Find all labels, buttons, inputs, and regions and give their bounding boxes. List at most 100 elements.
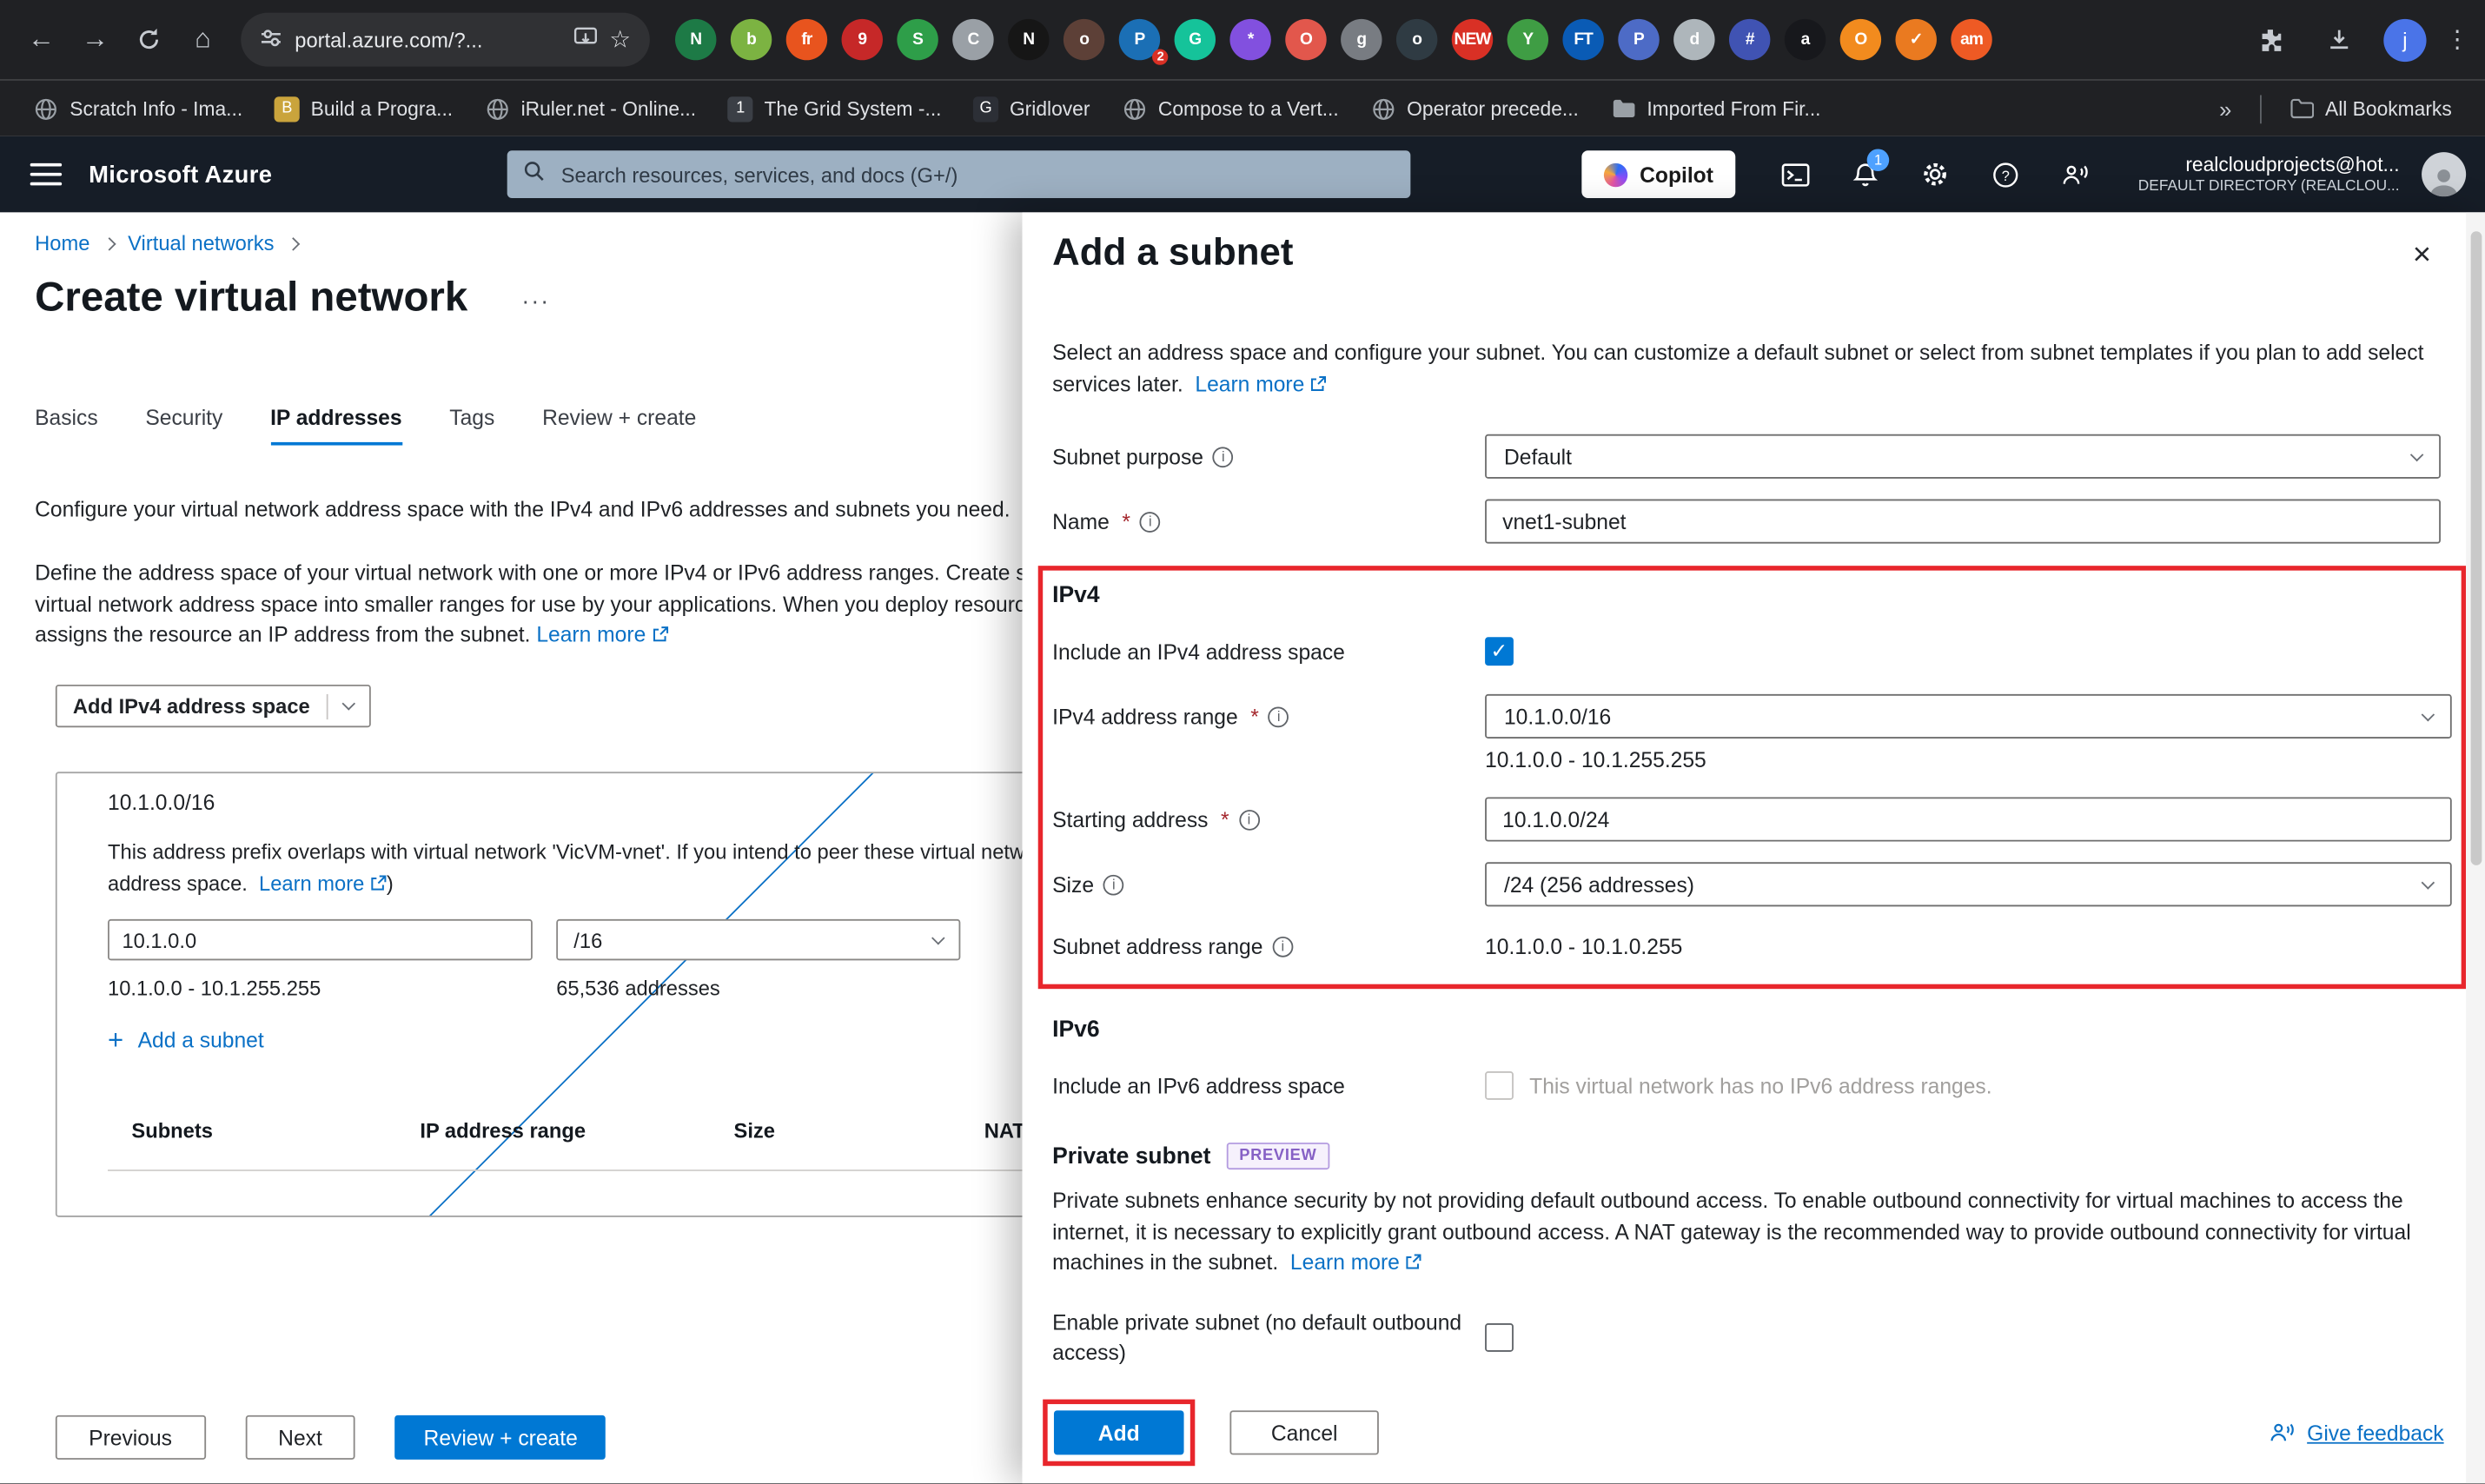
- info-icon[interactable]: i: [1268, 706, 1289, 727]
- hamburger-menu-icon[interactable]: [19, 148, 73, 202]
- extension-icon[interactable]: fr: [785, 18, 828, 61]
- bookmark-item[interactable]: Scratch Info - Ima...: [19, 89, 257, 128]
- add-button[interactable]: Add: [1053, 1410, 1184, 1455]
- previous-button[interactable]: Previous: [55, 1414, 206, 1460]
- address-count-text: 65,536 addresses: [556, 976, 720, 1000]
- extension-icon[interactable]: am: [1951, 18, 1992, 61]
- extension-icon[interactable]: NEW: [1451, 18, 1494, 61]
- info-icon[interactable]: i: [1139, 511, 1161, 532]
- add-subnet-link[interactable]: + Add a subnet: [108, 1027, 264, 1054]
- forward-icon[interactable]: →: [70, 14, 120, 64]
- ipv4-range-select[interactable]: 10.1.0.0/16: [1485, 693, 2452, 739]
- extension-icon[interactable]: d: [1673, 18, 1715, 61]
- home-icon[interactable]: ⌂: [177, 14, 228, 64]
- reload-icon[interactable]: [123, 14, 174, 64]
- cancel-button[interactable]: Cancel: [1229, 1410, 1379, 1455]
- extension-icon[interactable]: N: [1008, 18, 1050, 61]
- notifications-bell-icon[interactable]: 1: [1834, 148, 1898, 202]
- extension-icon[interactable]: G: [1174, 18, 1216, 61]
- extensions-puzzle-icon[interactable]: [2244, 14, 2295, 64]
- subnet-purpose-select[interactable]: Default: [1485, 434, 2441, 479]
- tab-ip-addresses[interactable]: IP addresses: [270, 406, 402, 446]
- chevron-down-icon[interactable]: [341, 697, 355, 711]
- account-info[interactable]: realcloudprojects@hot... DEFAULT DIRECTO…: [2138, 152, 2400, 197]
- tab-tags[interactable]: Tags: [449, 406, 494, 446]
- mask-select[interactable]: /16: [556, 918, 961, 961]
- tab-review-create[interactable]: Review + create: [542, 406, 696, 446]
- extension-icon[interactable]: o: [1395, 18, 1438, 61]
- enable-private-subnet-checkbox[interactable]: [1485, 1322, 1514, 1351]
- info-icon[interactable]: i: [1238, 809, 1260, 830]
- extension-icon[interactable]: S: [897, 18, 938, 61]
- extension-icon[interactable]: N: [675, 18, 717, 61]
- extension-icon[interactable]: O: [1839, 18, 1882, 61]
- extension-icon[interactable]: 9: [841, 18, 883, 61]
- tab-basics[interactable]: Basics: [35, 406, 98, 446]
- extension-icon[interactable]: *: [1229, 18, 1271, 61]
- size-select[interactable]: /24 (256 addresses): [1485, 862, 2452, 907]
- extension-icon[interactable]: ✓: [1895, 18, 1937, 61]
- extension-icon[interactable]: P: [1618, 18, 1660, 61]
- address-bar[interactable]: portal.azure.com/?... ☆: [241, 12, 650, 67]
- extension-icon[interactable]: FT: [1562, 18, 1604, 61]
- bookmarks-overflow-chevron[interactable]: »: [2203, 96, 2248, 121]
- bookmark-item[interactable]: B Build a Progra...: [260, 89, 467, 128]
- info-icon[interactable]: i: [1212, 446, 1234, 467]
- extension-icon[interactable]: o: [1063, 18, 1105, 61]
- azure-logo-title[interactable]: Microsoft Azure: [89, 161, 272, 188]
- breadcrumb-virtual-networks-link[interactable]: Virtual networks: [128, 231, 274, 255]
- feedback-icon[interactable]: [2043, 148, 2106, 202]
- browser-profile-avatar[interactable]: j: [2383, 17, 2427, 62]
- extension-icon[interactable]: O: [1285, 18, 1327, 61]
- learn-more-link[interactable]: Learn more: [1290, 1250, 1421, 1274]
- tab-security[interactable]: Security: [145, 406, 222, 446]
- title-menu-ellipsis[interactable]: ···: [521, 288, 550, 321]
- subnet-name-input[interactable]: [1485, 499, 2441, 544]
- learn-more-link[interactable]: Learn more: [259, 871, 387, 895]
- extension-icon[interactable]: #: [1728, 18, 1771, 61]
- bookmark-item[interactable]: 1 The Grid System -...: [713, 89, 956, 128]
- panel-scrollbar[interactable]: [2466, 212, 2485, 1484]
- bookmark-item[interactable]: Imported From Fir...: [1596, 89, 1835, 128]
- bookmark-item[interactable]: G Gridlover: [959, 89, 1104, 128]
- gear-icon[interactable]: [1904, 148, 1967, 202]
- site-info-icon[interactable]: [260, 26, 282, 53]
- copilot-button[interactable]: Copilot: [1580, 150, 1736, 198]
- learn-more-link[interactable]: Learn more: [536, 623, 668, 646]
- info-icon[interactable]: i: [1272, 936, 1294, 957]
- bookmark-star-icon[interactable]: ☆: [609, 25, 631, 54]
- bookmark-item[interactable]: Compose to a Vert...: [1108, 89, 1354, 128]
- starting-address-input[interactable]: [1485, 797, 2452, 842]
- extension-icon[interactable]: b: [730, 18, 772, 61]
- extension-icon[interactable]: a: [1784, 18, 1826, 61]
- learn-more-link[interactable]: Learn more: [1195, 372, 1327, 395]
- downloads-icon[interactable]: [2314, 14, 2364, 64]
- breadcrumb-home-link[interactable]: Home: [35, 231, 89, 255]
- global-search[interactable]: [507, 150, 1411, 198]
- extension-icon[interactable]: P 2: [1118, 18, 1169, 65]
- help-icon[interactable]: ?: [1973, 148, 2037, 202]
- bookmark-item[interactable]: Operator precede...: [1356, 89, 1594, 128]
- extension-icon[interactable]: g: [1341, 18, 1382, 61]
- cast-icon[interactable]: [573, 27, 597, 52]
- add-ipv4-address-space-button[interactable]: Add IPv4 address space: [55, 684, 371, 728]
- url-text[interactable]: portal.azure.com/?...: [295, 28, 560, 51]
- browser-menu-icon[interactable]: ⋮: [2445, 25, 2468, 54]
- close-icon[interactable]: ×: [2403, 235, 2441, 277]
- account-avatar[interactable]: [2422, 152, 2467, 197]
- include-ipv4-checkbox[interactable]: ✓: [1485, 637, 1514, 666]
- search-input[interactable]: [558, 161, 1395, 189]
- give-feedback-link[interactable]: Give feedback: [2269, 1421, 2444, 1445]
- cloudshell-icon[interactable]: [1764, 148, 1827, 202]
- address-space-input[interactable]: [108, 918, 533, 961]
- review-create-button[interactable]: Review + create: [394, 1414, 606, 1460]
- next-button[interactable]: Next: [244, 1414, 356, 1460]
- extension-icon[interactable]: C: [952, 18, 994, 61]
- info-icon[interactable]: i: [1103, 873, 1124, 895]
- include-ipv6-checkbox[interactable]: [1485, 1071, 1514, 1100]
- extension-icon[interactable]: Y: [1507, 18, 1549, 61]
- bookmark-item[interactable]: iRuler.net - Online...: [470, 89, 710, 128]
- scrollbar-thumb[interactable]: [2470, 231, 2482, 865]
- back-icon[interactable]: ←: [16, 14, 66, 64]
- all-bookmarks-button[interactable]: All Bookmarks: [2275, 89, 2467, 128]
